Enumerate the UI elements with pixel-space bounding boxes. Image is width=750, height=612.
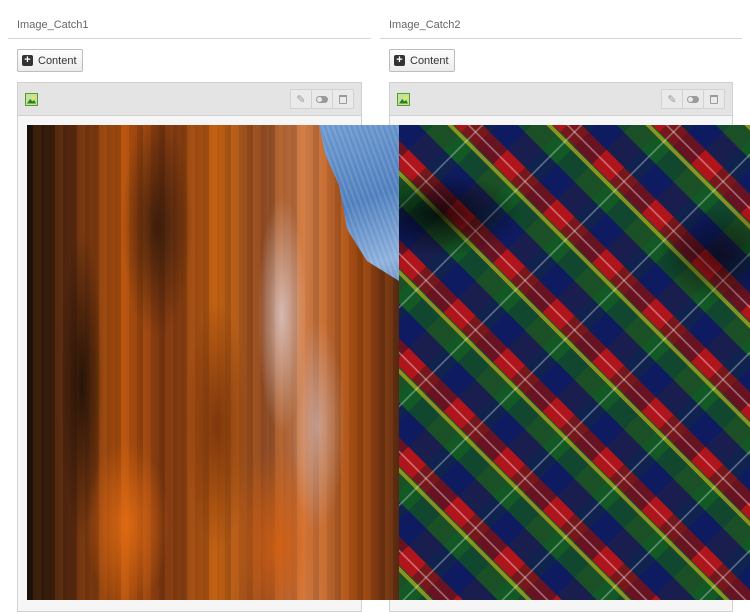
element-actions: ✎ bbox=[661, 89, 725, 109]
add-content-button[interactable]: + Content bbox=[389, 49, 455, 72]
delete-button[interactable] bbox=[703, 89, 725, 109]
column-title: Image_Catch1 bbox=[8, 0, 371, 39]
column-title: Image_Catch2 bbox=[380, 0, 742, 39]
image-icon bbox=[25, 92, 38, 106]
tartan-fabric-image[interactable] bbox=[399, 125, 750, 600]
toggle-visibility-button[interactable] bbox=[311, 89, 333, 109]
delete-button[interactable] bbox=[332, 89, 354, 109]
edit-button[interactable]: ✎ bbox=[290, 89, 312, 109]
trash-icon bbox=[339, 94, 347, 104]
trash-icon bbox=[710, 94, 718, 104]
image-icon bbox=[397, 92, 410, 106]
denim-detail bbox=[319, 125, 399, 281]
plus-icon: + bbox=[394, 55, 405, 66]
pencil-icon: ✎ bbox=[667, 93, 677, 106]
pencil-icon: ✎ bbox=[296, 93, 306, 106]
element-actions: ✎ bbox=[290, 89, 354, 109]
element-header: ✎ bbox=[18, 83, 361, 116]
toggle-visibility-button[interactable] bbox=[682, 89, 704, 109]
rust-texture-image[interactable] bbox=[27, 125, 399, 600]
toggle-icon bbox=[687, 95, 699, 103]
add-content-label: Content bbox=[38, 54, 77, 67]
add-content-label: Content bbox=[410, 54, 449, 67]
edit-button[interactable]: ✎ bbox=[661, 89, 683, 109]
toggle-icon bbox=[316, 95, 328, 103]
plus-icon: + bbox=[22, 55, 33, 66]
add-content-button[interactable]: + Content bbox=[17, 49, 83, 72]
element-header: ✎ bbox=[390, 83, 732, 116]
